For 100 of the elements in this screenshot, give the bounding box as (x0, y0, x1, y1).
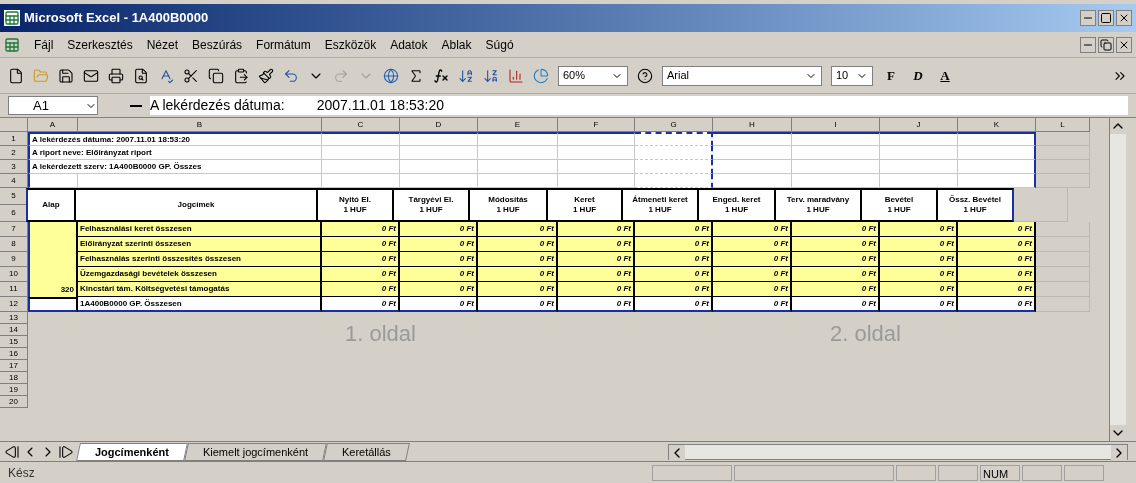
spellcheck-icon[interactable] (158, 67, 174, 84)
paste-icon[interactable] (233, 67, 249, 84)
row-header[interactable]: 19 (0, 384, 28, 396)
sheet-tab[interactable]: Kiemelt jogcímenként (184, 442, 328, 461)
copy-icon[interactable] (208, 67, 224, 84)
column-header[interactable]: E (478, 118, 558, 132)
sheet-cell[interactable] (1036, 297, 1090, 312)
row-header[interactable]: 20 (0, 396, 28, 408)
column-header[interactable]: D (400, 118, 478, 132)
menu-item[interactable]: Nézet (146, 35, 179, 54)
close-button[interactable] (1116, 36, 1132, 53)
last-sheet-icon[interactable] (58, 443, 74, 460)
column-header[interactable]: F (558, 118, 635, 132)
sheet-cell[interactable] (478, 132, 558, 146)
row-header[interactable]: 11 (0, 282, 28, 297)
maximize-button[interactable] (1098, 10, 1114, 26)
sort-ascending-icon[interactable] (458, 67, 474, 84)
column-header[interactable]: G (635, 118, 713, 132)
sheet-tab[interactable]: Jogcímenként (76, 442, 188, 461)
column-header[interactable]: C (322, 118, 400, 132)
sheet-cell[interactable] (1036, 146, 1090, 160)
sheet-cell[interactable] (1036, 267, 1090, 282)
first-sheet-icon[interactable] (4, 443, 20, 460)
sheet-cell[interactable] (635, 160, 713, 174)
column-header[interactable]: L (1036, 118, 1090, 132)
workbook-icon[interactable] (4, 36, 20, 53)
format-button[interactable]: F (882, 65, 900, 86)
scroll-left-icon[interactable] (669, 444, 686, 461)
menu-item[interactable]: Beszúrás (192, 35, 243, 54)
row-header[interactable]: 2 (0, 146, 28, 160)
minimize-button[interactable] (1080, 10, 1096, 26)
font-dropdown[interactable]: Arial (662, 65, 822, 86)
vertical-scrollbar[interactable] (1109, 118, 1126, 441)
formula-field[interactable]: A lekérdezés dátuma: 2007.11.01 18:53:20 (150, 96, 1128, 115)
sheet-cell[interactable] (1036, 174, 1090, 188)
row-header[interactable]: 18 (0, 372, 28, 384)
help-icon[interactable] (637, 67, 653, 84)
sheet-cell[interactable] (400, 132, 478, 146)
sheet-cell[interactable] (1036, 282, 1090, 297)
column-header[interactable]: I (792, 118, 880, 132)
save-icon[interactable] (58, 67, 74, 84)
font-size-dropdown[interactable]: 10 (831, 65, 873, 86)
sheet-cell[interactable] (635, 174, 713, 188)
row-header[interactable]: 13 (0, 312, 28, 324)
sheet-cell[interactable] (713, 132, 792, 146)
row-header[interactable]: 17 (0, 360, 28, 372)
format-button[interactable]: D (909, 65, 927, 86)
sheet-cell[interactable] (635, 132, 713, 146)
menu-item[interactable]: Szerkesztés (67, 35, 133, 54)
format-button[interactable]: A (936, 65, 954, 86)
row-header[interactable]: 12 (0, 297, 28, 312)
sheet-cell[interactable] (1036, 222, 1090, 237)
menu-item[interactable]: Eszközök (324, 35, 377, 54)
scroll-down-icon[interactable] (1110, 425, 1126, 441)
row-header[interactable]: 10 (0, 267, 28, 282)
close-button[interactable] (1116, 10, 1132, 26)
undo-icon[interactable] (283, 67, 299, 84)
row-header[interactable]: 14 (0, 324, 28, 336)
horizontal-scrollbar[interactable] (668, 443, 1129, 460)
sheet-cell[interactable] (322, 132, 400, 146)
restore-button[interactable] (1098, 36, 1114, 53)
sheet-cell[interactable] (635, 146, 713, 160)
scroll-right-icon[interactable] (1111, 444, 1128, 461)
sheet-cell[interactable] (558, 132, 635, 146)
sheet-cell[interactable] (958, 132, 1036, 146)
sigma-icon[interactable] (408, 67, 424, 84)
sheet-cell[interactable] (958, 174, 1036, 188)
printer-icon[interactable] (108, 67, 124, 84)
scroll-up-icon[interactable] (1110, 118, 1126, 134)
paintbrush-icon[interactable] (258, 67, 274, 84)
mail-icon[interactable] (83, 67, 99, 84)
column-header[interactable]: K (958, 118, 1036, 132)
minimize-button[interactable] (1080, 36, 1096, 53)
row-header[interactable]: 4 (0, 174, 28, 188)
sheet-cell[interactable] (1036, 237, 1090, 252)
menu-item[interactable]: Adatok (390, 35, 428, 54)
row-header[interactable]: 3 (0, 160, 28, 174)
print-preview-icon[interactable] (133, 67, 149, 84)
globe-icon[interactable] (383, 67, 399, 84)
zoom-dropdown[interactable]: 60% (558, 65, 628, 86)
menu-item[interactable]: Súgó (485, 35, 514, 54)
row-header[interactable]: 9 (0, 252, 28, 267)
sheet-cell[interactable] (958, 160, 1036, 174)
bar-chart-icon[interactable] (508, 67, 524, 84)
sheet-cell[interactable] (1036, 252, 1090, 267)
menu-item[interactable]: Ablak (441, 35, 472, 54)
sort-descending-icon[interactable] (483, 67, 499, 84)
column-header[interactable]: J (880, 118, 958, 132)
row-header[interactable]: 1 (0, 132, 28, 146)
column-header[interactable]: B (78, 118, 322, 132)
menu-item[interactable]: Fájl (34, 35, 54, 54)
row-header[interactable]: 15 (0, 336, 28, 348)
row-header[interactable]: 8 (0, 237, 28, 252)
function-icon[interactable] (433, 67, 449, 84)
sheet-cell[interactable] (880, 132, 958, 146)
column-header[interactable]: A (28, 118, 78, 132)
column-header[interactable]: H (713, 118, 792, 132)
row-header[interactable]: 7 (0, 222, 28, 237)
scissors-icon[interactable] (183, 67, 199, 84)
new-document-icon[interactable] (8, 67, 24, 84)
